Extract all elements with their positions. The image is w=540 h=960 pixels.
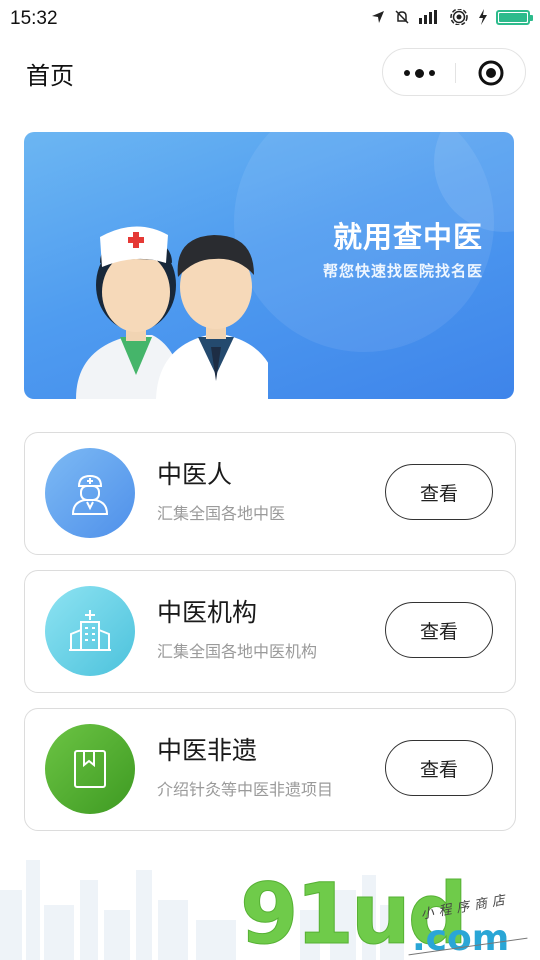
watermark-domain: .com — [412, 918, 510, 959]
mute-bell-icon — [395, 10, 409, 24]
doctor-icon — [45, 448, 135, 538]
signal-icon — [419, 10, 437, 24]
status-icons — [370, 9, 533, 25]
status-time: 15:32 — [10, 8, 58, 29]
doctors-illustration — [76, 226, 268, 399]
card-tcm-institutions[interactable]: 中医机构 汇集全国各地中医机构 查看 — [24, 570, 516, 693]
navigation-bar: 首页 — [0, 40, 540, 104]
card-tcm-doctors[interactable]: 中医人 汇集全国各地中医 查看 — [24, 432, 516, 555]
charging-icon — [479, 9, 487, 25]
status-bar: 15:32 — [0, 0, 540, 40]
more-dots-icon[interactable] — [383, 49, 455, 97]
battery-icon — [496, 9, 533, 25]
card-description: 汇集全国各地中医 — [157, 504, 286, 523]
close-target-icon[interactable] — [455, 49, 527, 97]
card-title: 中医非遗 — [157, 736, 258, 765]
hero-banner[interactable]: 就用查中医 帮您快速找医院找名医 — [24, 132, 514, 399]
heritage-book-icon — [45, 724, 135, 814]
card-title: 中医人 — [157, 460, 233, 489]
card-tcm-heritage[interactable]: 中医非遗 介绍针灸等中医非遗项目 查看 — [24, 708, 516, 831]
location-icon — [372, 11, 384, 23]
card-title: 中医机构 — [157, 598, 258, 627]
banner-title: 就用查中医 — [332, 220, 483, 254]
wifi-icon — [450, 9, 468, 25]
hospital-icon — [45, 586, 135, 676]
banner-subtitle: 帮您快速找医院找名医 — [322, 262, 483, 280]
view-button[interactable]: 查看 — [385, 464, 493, 520]
page-title: 首页 — [26, 62, 74, 90]
card-description: 介绍针灸等中医非遗项目 — [157, 780, 334, 799]
mini-program-capsule — [382, 48, 526, 96]
view-button[interactable]: 查看 — [385, 740, 493, 796]
view-button[interactable]: 查看 — [385, 602, 493, 658]
card-description: 汇集全国各地中医机构 — [157, 642, 318, 661]
